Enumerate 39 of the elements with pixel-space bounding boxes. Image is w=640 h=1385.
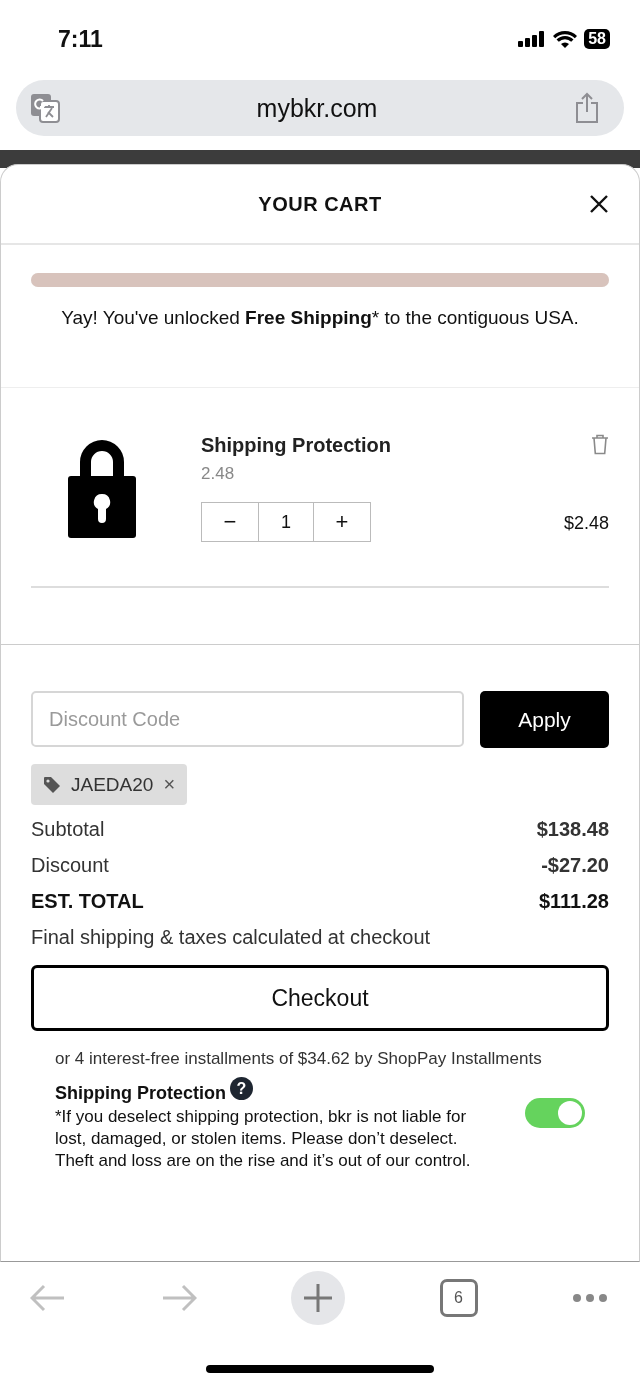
protection-title: Shipping Protection bbox=[55, 1083, 226, 1104]
protection-toggle[interactable] bbox=[525, 1097, 585, 1128]
item-variant: 2.48 bbox=[201, 464, 236, 484]
tag-icon bbox=[43, 775, 61, 794]
signal-icon bbox=[518, 31, 547, 47]
plus-icon bbox=[303, 1283, 333, 1313]
battery-indicator: 58 bbox=[584, 29, 610, 49]
item-name: Shipping Protection bbox=[201, 434, 392, 457]
status-time: 7:11 bbox=[58, 25, 103, 53]
cart-title: YOUR CART bbox=[258, 192, 382, 216]
help-icon[interactable]: ? bbox=[230, 1077, 253, 1100]
address-bar[interactable]: mybkr.com bbox=[16, 80, 624, 136]
checkout-note: Final shipping & taxes calculated at checkout bbox=[31, 926, 432, 949]
new-tab-button[interactable] bbox=[291, 1271, 345, 1325]
summary-label: EST. TOTAL bbox=[31, 890, 144, 913]
summary-label: Subtotal bbox=[31, 818, 105, 841]
tabs-button[interactable]: 6 bbox=[439, 1279, 478, 1317]
back-icon[interactable] bbox=[30, 1284, 66, 1312]
remove-code-button[interactable]: × bbox=[163, 773, 176, 796]
forward-icon[interactable] bbox=[160, 1284, 197, 1312]
trash-icon[interactable] bbox=[591, 434, 609, 455]
summary-value: $111.28 bbox=[538, 890, 609, 913]
summary-value: -$27.20 bbox=[541, 854, 609, 877]
apply-button[interactable]: Apply bbox=[480, 691, 609, 748]
wifi-icon bbox=[553, 30, 578, 48]
discount-code-field[interactable]: Discount Code bbox=[31, 691, 464, 747]
translate-icon[interactable] bbox=[30, 93, 60, 123]
protection-text: *If you deselect shipping protection, bkr is not liable for lost, damaged, or stolen items. Please don’t deselect. Theft and loss are on the rise and it’s out of our control. bbox=[55, 1106, 472, 1172]
share-icon[interactable] bbox=[574, 92, 600, 124]
summary-label: Discount bbox=[31, 854, 109, 877]
installments-text: or 4 interest-free installments of $34.62 by ShopPay Installments bbox=[55, 1049, 543, 1069]
discount-code-text: JAEDA20 bbox=[71, 773, 154, 796]
more-icon[interactable] bbox=[572, 1293, 608, 1303]
checkout-button[interactable]: Checkout bbox=[31, 965, 609, 1031]
free-shipping-message: Yay! You've unlocked Free Shipping* to the contiguous USA. bbox=[60, 306, 580, 330]
item-price: $2.48 bbox=[563, 513, 609, 534]
summary-value: $138.48 bbox=[536, 818, 609, 841]
url-text: mybkr.com bbox=[256, 93, 378, 123]
close-icon[interactable] bbox=[589, 194, 609, 214]
